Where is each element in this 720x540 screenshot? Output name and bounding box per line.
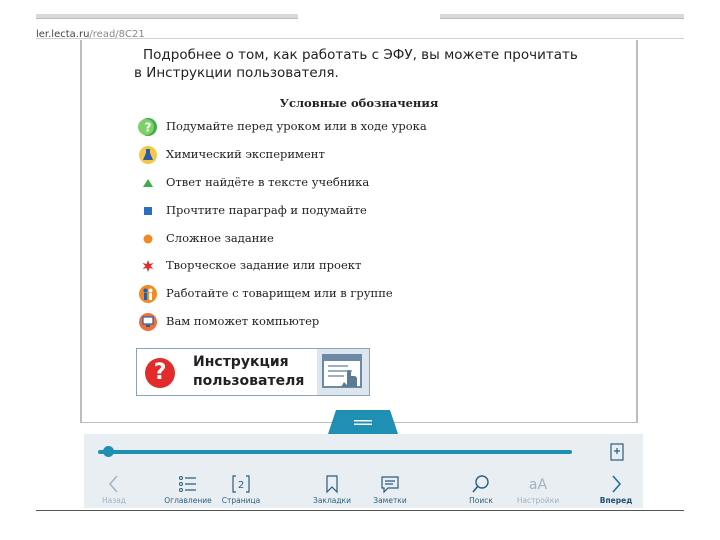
forward-label: Вперед <box>599 496 633 505</box>
page-button[interactable]: 2 Страница <box>211 474 271 508</box>
back-button[interactable]: Назад <box>84 474 144 508</box>
font-settings-glyph: aA <box>529 477 548 493</box>
page-number-text: 2 <box>238 480 244 491</box>
user-guide-label-line-1: Инструкция <box>193 354 289 370</box>
browser-tab[interactable] <box>440 14 684 19</box>
legend-text: Сложное задание <box>166 231 274 245</box>
legend-text: Подумайте перед уроком или в ходе урока <box>166 119 427 133</box>
legend-text: Творческое задание или проект <box>166 258 362 272</box>
add-bookmark-icon[interactable] <box>609 442 625 462</box>
bottom-divider <box>36 510 684 511</box>
legend-text: Химический эксперимент <box>166 147 325 161</box>
forward-button[interactable]: Вперед <box>586 474 646 508</box>
legend-text: Прочтите параграф и подумайте <box>166 203 367 217</box>
legend-text: Работайте с товарищем или в группе <box>166 286 393 300</box>
search-label: Поиск <box>469 496 493 505</box>
back-label: Назад <box>101 496 126 505</box>
url-host: ler.lecta.ru <box>36 29 90 40</box>
settings-label: Настройки <box>516 496 560 505</box>
chevron-left-icon <box>109 475 118 493</box>
url-path: /read/8C21 <box>89 29 145 40</box>
browser-tab[interactable] <box>36 14 298 19</box>
notes-icon <box>381 476 399 494</box>
red-star-icon <box>142 260 154 272</box>
page-label: Страница <box>221 496 261 505</box>
blue-square-icon <box>144 207 152 215</box>
user-guide-button[interactable]: ? Инструкция пользователя <box>136 348 370 396</box>
progress-slider-handle[interactable] <box>102 446 114 457</box>
notes-label: Заметки <box>373 496 407 505</box>
bookmarks-label: Закладки <box>313 496 351 505</box>
legend-text: Ответ найдёте в тексте учебника <box>166 175 370 189</box>
book-page: Подробнее о том, как работать с ЭФУ, вы … <box>80 40 638 423</box>
legend-title: Условные обозначения <box>279 96 439 110</box>
bookmark-icon <box>326 475 338 494</box>
toc-label: Оглавление <box>164 496 212 505</box>
question-icon: ? <box>138 118 157 136</box>
address-bar[interactable]: ler.lecta.ru/read/8C21 <box>36 22 684 40</box>
list-icon <box>179 476 196 492</box>
intro-text: Подробнее о том, как работать с ЭФУ, вы … <box>134 46 614 82</box>
search-icon <box>472 475 489 493</box>
legend-text: Вам поможет компьютер <box>166 314 320 328</box>
user-guide-label-line-2: пользователя <box>193 373 305 389</box>
intro-line-1: Подробнее о том, как работать с ЭФУ, вы … <box>143 47 578 63</box>
bookmarks-button[interactable]: Закладки <box>302 474 362 508</box>
browser-tab-strip <box>36 14 684 22</box>
notes-button[interactable]: Заметки <box>360 474 420 508</box>
computer-icon <box>139 313 157 331</box>
green-triangle-icon <box>143 179 153 187</box>
intro-line-2: в Инструкции пользователя. <box>134 65 339 81</box>
orange-circle-icon <box>143 234 153 244</box>
reader-toolbar: Назад Оглавление 2 Страница Закладки Зам… <box>84 434 643 508</box>
question-mark-icon: ? <box>145 358 175 388</box>
chevron-right-icon <box>612 475 622 493</box>
page-number-icon: 2 <box>232 475 250 493</box>
page-progress-slider[interactable] <box>98 450 572 454</box>
toc-button[interactable]: Оглавление <box>158 474 218 508</box>
search-button[interactable]: Поиск <box>451 474 511 508</box>
svg-text:?: ? <box>145 121 152 135</box>
people-icon <box>139 285 157 303</box>
touch-screen-icon <box>317 349 369 395</box>
panel-toggle-tab[interactable] <box>328 410 398 434</box>
font-settings-icon: aA <box>529 477 548 493</box>
settings-button[interactable]: aA Настройки <box>508 474 568 508</box>
flask-icon <box>139 146 157 164</box>
